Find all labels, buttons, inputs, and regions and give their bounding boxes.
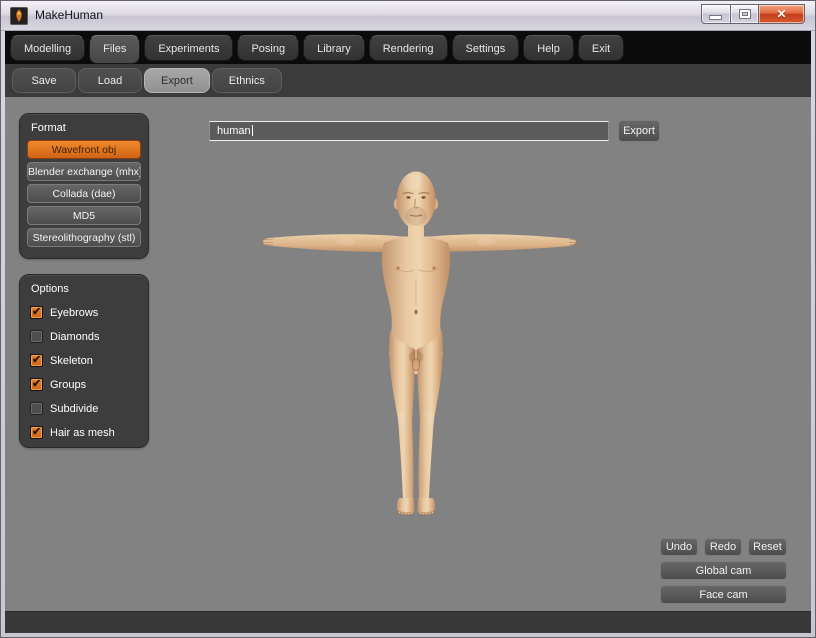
tab-files[interactable]: Files: [89, 35, 140, 64]
global-cam-button[interactable]: Global cam: [660, 561, 787, 580]
subtab-load[interactable]: Load: [78, 68, 142, 93]
options-panel: Options Eyebrows Diamonds Skeleton Group…: [19, 274, 149, 448]
tab-library[interactable]: Library: [303, 35, 365, 61]
maximize-icon: [740, 10, 750, 18]
close-button[interactable]: ✕: [759, 4, 805, 24]
groups-checkbox[interactable]: [30, 378, 43, 391]
groups-label: Groups: [50, 379, 86, 391]
figure-left-nipple: [396, 266, 399, 269]
main-tab-bar: Modelling Files Experiments Posing Libra…: [5, 31, 811, 64]
tab-posing[interactable]: Posing: [237, 35, 299, 61]
human-model-figure[interactable]: [251, 161, 591, 521]
option-row-subdivide: Subdivide: [20, 397, 148, 421]
subtab-save[interactable]: Save: [12, 68, 76, 93]
viewport-3d[interactable]: Format Wavefront obj Blender exchange (m…: [5, 97, 811, 611]
minimize-icon: [710, 16, 721, 19]
eyebrows-checkbox[interactable]: [30, 306, 43, 319]
options-panel-title: Options: [20, 275, 148, 301]
option-row-hair-as-mesh: Hair as mesh: [20, 421, 148, 445]
text-caret: [252, 125, 253, 136]
format-stereolithography-button[interactable]: Stereolithography (stl): [27, 228, 141, 247]
option-row-eyebrows: Eyebrows: [20, 301, 148, 325]
tab-experiments[interactable]: Experiments: [144, 35, 233, 61]
tab-settings[interactable]: Settings: [452, 35, 520, 61]
hair-as-mesh-label: Hair as mesh: [50, 427, 115, 439]
status-bar: [5, 611, 811, 633]
close-icon: ✕: [759, 5, 804, 24]
window-title: MakeHuman: [35, 8, 103, 22]
figure-right-nipple: [432, 266, 435, 269]
export-button[interactable]: Export: [618, 120, 660, 142]
titlebar[interactable]: MakeHuman ✕: [1, 1, 815, 31]
tab-exit[interactable]: Exit: [578, 35, 624, 61]
format-panel: Format Wavefront obj Blender exchange (m…: [19, 113, 149, 259]
diamonds-label: Diamonds: [50, 331, 100, 343]
filename-value: human: [217, 125, 251, 137]
format-wavefront-obj-button[interactable]: Wavefront obj: [27, 140, 141, 159]
undo-button[interactable]: Undo: [660, 538, 698, 556]
format-panel-title: Format: [20, 114, 148, 140]
redo-button[interactable]: Redo: [704, 538, 742, 556]
face-cam-button[interactable]: Face cam: [660, 585, 787, 604]
eyebrows-label: Eyebrows: [50, 307, 98, 319]
subtab-export[interactable]: Export: [144, 68, 210, 93]
option-row-groups: Groups: [20, 373, 148, 397]
option-row-skeleton: Skeleton: [20, 349, 148, 373]
skeleton-checkbox[interactable]: [30, 354, 43, 367]
subdivide-label: Subdivide: [50, 403, 98, 415]
sub-tab-bar: Save Load Export Ethnics: [5, 64, 811, 97]
diamonds-checkbox[interactable]: [30, 330, 43, 343]
makehuman-window: MakeHuman ✕ Modelling Files Experiments …: [0, 0, 816, 638]
subtab-ethnics[interactable]: Ethnics: [212, 68, 282, 93]
format-blender-exchange-button[interactable]: Blender exchange (mhx): [27, 162, 141, 181]
figure-navel: [415, 310, 418, 314]
format-collada-button[interactable]: Collada (dae): [27, 184, 141, 203]
reset-button[interactable]: Reset: [748, 538, 787, 556]
tab-rendering[interactable]: Rendering: [369, 35, 448, 61]
tab-modelling[interactable]: Modelling: [10, 35, 85, 61]
skeleton-label: Skeleton: [50, 355, 93, 367]
makehuman-logo-icon: [10, 7, 28, 25]
format-md5-button[interactable]: MD5: [27, 206, 141, 225]
hair-as-mesh-checkbox[interactable]: [30, 426, 43, 439]
tab-help[interactable]: Help: [523, 35, 574, 61]
window-controls: ✕: [701, 4, 805, 24]
maximize-button[interactable]: [731, 4, 759, 24]
minimize-button[interactable]: [701, 4, 731, 24]
subdivide-checkbox[interactable]: [30, 402, 43, 415]
option-row-diamonds: Diamonds: [20, 325, 148, 349]
filename-input[interactable]: human: [209, 121, 609, 141]
